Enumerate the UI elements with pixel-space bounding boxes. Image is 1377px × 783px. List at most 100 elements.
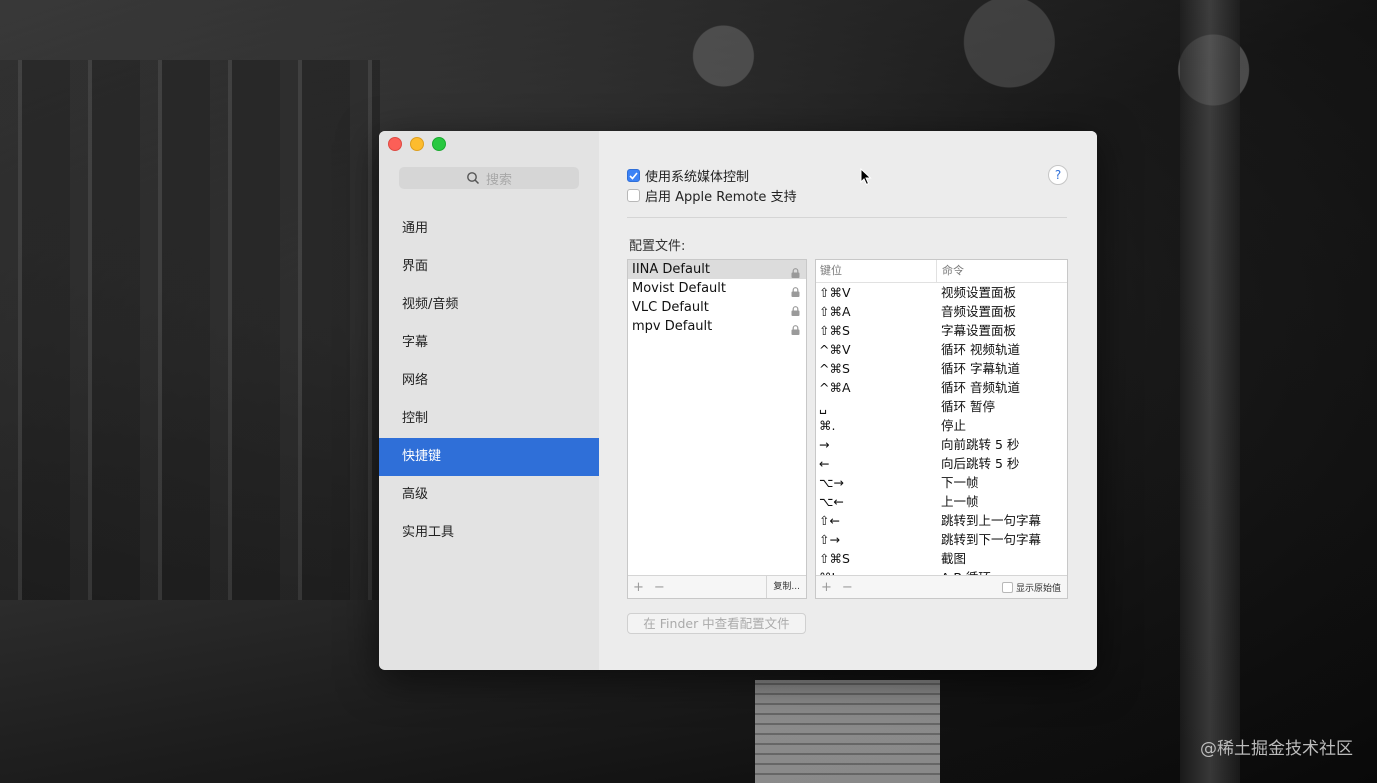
table-row[interactable]: ⇧→ 跳转到下一句字幕 xyxy=(816,530,1067,549)
background-arches xyxy=(0,60,380,680)
key-cell: ⇧⌘S xyxy=(819,551,850,566)
command-cell: 向前跳转 5 秒 xyxy=(941,437,1020,452)
key-cell: ← xyxy=(819,456,830,471)
table-row[interactable]: ␣ 循环 暂停 xyxy=(816,397,1067,416)
remove-binding-button[interactable]: − xyxy=(837,580,858,595)
command-cell: 循环 视频轨道 xyxy=(941,342,1020,357)
config-files-label: 配置文件: xyxy=(629,239,686,254)
table-row[interactable]: ⇧⌘S 截图 xyxy=(816,549,1067,568)
profile-item-vlc[interactable]: VLC Default xyxy=(628,298,806,317)
use-system-media-label: 使用系统媒体控制 xyxy=(645,170,750,185)
key-cell: → xyxy=(819,437,830,452)
table-row[interactable]: ⇧⌘A 音频设置面板 xyxy=(816,302,1067,321)
profile-name: Movist Default xyxy=(632,281,726,296)
background-foliage xyxy=(560,0,1377,140)
key-bindings-table: 键位 命令 ⇧⌘V 视频设置面板 ⇧⌘A 音频设置面板 ⇧⌘S 字幕设置面板 ^⌘V 循环 视… xyxy=(815,259,1068,599)
sidebar-item-subtitles[interactable]: 字幕 xyxy=(379,324,599,362)
table-row[interactable]: ⇧⌘V 视频设置面板 xyxy=(816,283,1067,302)
table-row[interactable]: ⌘. 停止 xyxy=(816,416,1067,435)
command-cell: 向后跳转 5 秒 xyxy=(941,456,1020,471)
table-row[interactable]: ⌥→ 下一帧 xyxy=(816,473,1067,492)
key-cell: ⌥← xyxy=(819,494,844,509)
command-cell: 循环 暂停 xyxy=(941,399,995,414)
sidebar-item-advanced[interactable]: 高级 xyxy=(379,476,599,514)
table-body[interactable]: ⇧⌘V 视频设置面板 ⇧⌘A 音频设置面板 ⇧⌘S 字幕设置面板 ^⌘V 循环 视频轨道 ^⌘S… xyxy=(816,283,1067,577)
add-profile-button[interactable]: + xyxy=(628,580,649,595)
search-icon xyxy=(466,171,480,185)
lock-icon xyxy=(791,265,800,278)
command-cell: 循环 字幕轨道 xyxy=(941,361,1020,376)
command-cell: 截图 xyxy=(941,551,967,566)
profile-list: IINA Default Movist Default VLC Default … xyxy=(627,259,807,599)
show-in-finder-button[interactable]: 在 Finder 中查看配置文件 xyxy=(627,613,806,634)
lock-icon xyxy=(791,303,800,316)
show-raw-values-checkbox[interactable] xyxy=(1001,581,1013,593)
apple-remote-option[interactable]: 启用 Apple Remote 支持 xyxy=(627,186,797,205)
key-cell: ⌥→ xyxy=(819,475,844,490)
use-system-media-checkbox[interactable] xyxy=(627,169,640,182)
key-cell: ⌘. xyxy=(819,418,836,433)
apple-remote-checkbox[interactable] xyxy=(627,189,640,202)
key-cell: ⇧⌘A xyxy=(819,304,851,319)
show-raw-values-label: 显示原始值 xyxy=(1015,583,1061,594)
key-cell: ^⌘V xyxy=(819,342,851,357)
profile-item-iina[interactable]: IINA Default xyxy=(628,260,806,279)
table-row[interactable]: ^⌘S 循环 字幕轨道 xyxy=(816,359,1067,378)
profile-item-movist[interactable]: Movist Default xyxy=(628,279,806,298)
show-raw-values-option[interactable]: 显示原始值 xyxy=(1001,581,1067,594)
key-cell: ␣ xyxy=(819,399,827,414)
background-tree xyxy=(1180,0,1240,783)
lock-icon xyxy=(791,284,800,297)
profile-list-footer: + − 复制... xyxy=(628,575,806,598)
mouse-cursor-icon xyxy=(860,168,872,186)
table-row[interactable]: ^⌘A 循环 音频轨道 xyxy=(816,378,1067,397)
profile-name: IINA Default xyxy=(632,262,710,277)
zoom-button[interactable] xyxy=(432,137,446,151)
help-button[interactable]: ? xyxy=(1048,165,1068,185)
command-cell: 停止 xyxy=(941,418,967,433)
column-header-key[interactable]: 键位 xyxy=(816,260,937,282)
search-placeholder: 搜索 xyxy=(485,172,512,188)
sidebar-item-utilities[interactable]: 实用工具 xyxy=(379,514,599,552)
use-system-media-option[interactable]: 使用系统媒体控制 xyxy=(627,166,749,185)
background-door xyxy=(755,680,940,783)
sidebar-item-interface[interactable]: 界面 xyxy=(379,248,599,286)
key-bindings-footer: + − 显示原始值 xyxy=(816,575,1067,598)
preferences-window: 搜索 通用 界面 视频/音频 字幕 网络 控制 快捷键 高级 实用工具 使用系统… xyxy=(379,131,1097,670)
key-cell: ⇧→ xyxy=(819,532,840,547)
key-cell: ⇧⌘V xyxy=(819,285,851,300)
sidebar-item-control[interactable]: 控制 xyxy=(379,400,599,438)
key-cell: ^⌘A xyxy=(819,380,851,395)
table-row[interactable]: → 向前跳转 5 秒 xyxy=(816,435,1067,454)
window-controls xyxy=(388,137,446,151)
table-row[interactable]: ^⌘V 循环 视频轨道 xyxy=(816,340,1067,359)
remove-profile-button[interactable]: − xyxy=(649,580,670,595)
sidebar-item-shortcuts[interactable]: 快捷键 xyxy=(379,438,599,476)
command-cell: 下一帧 xyxy=(941,475,979,490)
table-row[interactable]: ⇧← 跳转到上一句字幕 xyxy=(816,511,1067,530)
sidebar-item-network[interactable]: 网络 xyxy=(379,362,599,400)
add-binding-button[interactable]: + xyxy=(816,580,837,595)
table-row[interactable]: ← 向后跳转 5 秒 xyxy=(816,454,1067,473)
table-header: 键位 命令 xyxy=(816,260,1067,283)
command-cell: 跳转到上一句字幕 xyxy=(941,513,1042,528)
table-row[interactable]: ⌥← 上一帧 xyxy=(816,492,1067,511)
profile-item-mpv[interactable]: mpv Default xyxy=(628,317,806,336)
command-cell: 循环 音频轨道 xyxy=(941,380,1020,395)
command-cell: 视频设置面板 xyxy=(941,285,1017,300)
command-cell: 上一帧 xyxy=(941,494,979,509)
sidebar-item-video-audio[interactable]: 视频/音频 xyxy=(379,286,599,324)
shortcuts-pane: 使用系统媒体控制 启用 Apple Remote 支持 ? 配置文件: IINA… xyxy=(599,131,1097,670)
minimize-button[interactable] xyxy=(410,137,424,151)
column-header-command[interactable]: 命令 xyxy=(937,260,964,282)
table-row[interactable]: ⇧⌘S 字幕设置面板 xyxy=(816,321,1067,340)
search-input[interactable]: 搜索 xyxy=(399,167,579,189)
sidebar-item-general[interactable]: 通用 xyxy=(379,210,599,248)
key-cell: ⇧⌘S xyxy=(819,323,850,338)
checkmark-icon xyxy=(629,171,638,180)
sidebar: 搜索 通用 界面 视频/音频 字幕 网络 控制 快捷键 高级 实用工具 xyxy=(379,131,600,670)
close-button[interactable] xyxy=(388,137,402,151)
copy-profile-button[interactable]: 复制... xyxy=(766,576,806,598)
profile-name: VLC Default xyxy=(632,300,709,315)
divider xyxy=(627,217,1067,218)
